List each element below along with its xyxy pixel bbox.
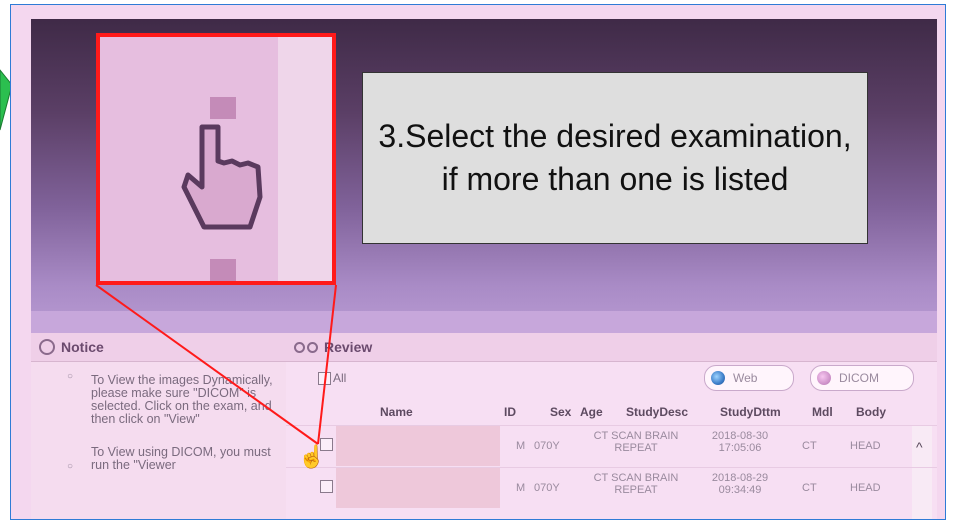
- select-all-label: All: [333, 371, 347, 385]
- cell-studydttm: 2018-08-29 09:34:49: [700, 472, 780, 496]
- notice-title: Notice: [61, 339, 104, 355]
- name-cell-redacted: [336, 468, 500, 508]
- bullet-icon: ○: [67, 371, 74, 382]
- col-sex[interactable]: Sex: [550, 405, 571, 419]
- cell-mdl: CT: [802, 440, 817, 452]
- table-header: Name ID Sex Age StudyDesc StudyDttm Mdl …: [286, 399, 937, 425]
- cell-age: 070Y: [534, 482, 560, 494]
- review-toolbar: All Web DICOM: [286, 361, 937, 397]
- studydesc-line1: CT SCAN BRAIN: [593, 472, 679, 484]
- col-body[interactable]: Body: [856, 405, 886, 419]
- notice-paragraph: To View the images Dynamically, please m…: [91, 373, 273, 426]
- zoom-hand-cursor-icon: [181, 124, 263, 230]
- studydttm-line1: 2018-08-30: [711, 430, 769, 442]
- studydttm-line1: 2018-08-29: [711, 472, 769, 484]
- banner-strip: [31, 311, 937, 333]
- checkbox-icon[interactable]: [318, 371, 331, 385]
- row-checkbox[interactable]: [320, 480, 333, 493]
- cell-studydesc: CT SCAN BRAIN REPEAT: [590, 430, 682, 454]
- notice-paragraph: To View using DICOM, you must run the "V…: [91, 445, 271, 472]
- name-cell-redacted: [336, 426, 500, 466]
- notice-header: Notice: [31, 333, 286, 362]
- cell-age: 070Y: [534, 440, 560, 452]
- callout-text: 3.Select the desired examination, if mor…: [378, 118, 852, 197]
- select-all-checkbox[interactable]: All: [318, 371, 346, 385]
- cell-sex: M: [516, 482, 526, 494]
- cell-mdl: CT: [802, 482, 817, 494]
- review-panel: Review All Web DICOM Name ID Sex Age Stu…: [286, 333, 937, 519]
- bullet-icon: ○: [67, 461, 74, 472]
- binoculars-icon: [294, 341, 318, 353]
- col-studydesc[interactable]: StudyDesc: [626, 405, 688, 419]
- studydesc-line1: CT SCAN BRAIN: [593, 430, 679, 442]
- hand-pointer-icon: ☝: [298, 444, 326, 469]
- col-age[interactable]: Age: [580, 405, 603, 419]
- review-title: Review: [324, 339, 373, 355]
- col-mdl[interactable]: Mdl: [812, 405, 833, 419]
- col-name[interactable]: Name: [380, 405, 413, 419]
- table-row[interactable]: M 070Y CT SCAN BRAIN REPEAT 2018-08-29 0…: [286, 467, 937, 508]
- dicom-option[interactable]: DICOM: [810, 365, 914, 391]
- dicom-label: DICOM: [839, 371, 879, 385]
- zoom-inset: [96, 33, 336, 285]
- notice-panel: Notice ○ To View the images Dynamically,…: [31, 333, 287, 519]
- cell-studydesc: CT SCAN BRAIN REPEAT: [590, 472, 682, 496]
- radio-web-icon[interactable]: [711, 371, 725, 385]
- review-header: Review: [286, 333, 937, 362]
- notice-body: ○ To View the images Dynamically, please…: [31, 362, 286, 472]
- instruction-callout: 3.Select the desired examination, if mor…: [362, 72, 868, 244]
- web-option[interactable]: Web: [704, 365, 794, 391]
- studydesc-line2: REPEAT: [614, 484, 658, 496]
- cell-sex: M: [516, 440, 526, 452]
- studydttm-line2: 09:34:49: [718, 484, 762, 496]
- studydttm-line2: 17:05:06: [718, 442, 762, 454]
- cell-body: HEAD: [850, 482, 881, 494]
- table-body: ^ M 070Y CT SCAN BRAIN REPEAT 2018-08-30…: [286, 425, 937, 519]
- cell-studydttm: 2018-08-30 17:05:06: [700, 430, 780, 454]
- table-row[interactable]: M 070Y CT SCAN BRAIN REPEAT 2018-08-30 1…: [286, 425, 937, 466]
- speech-bubble-icon: [39, 339, 55, 355]
- radio-dicom-icon[interactable]: [817, 371, 831, 385]
- studydesc-line2: REPEAT: [614, 442, 658, 454]
- web-label: Web: [733, 371, 758, 385]
- cell-body: HEAD: [850, 440, 881, 452]
- col-id[interactable]: ID: [504, 405, 516, 419]
- col-studydttm[interactable]: StudyDttm: [720, 405, 781, 419]
